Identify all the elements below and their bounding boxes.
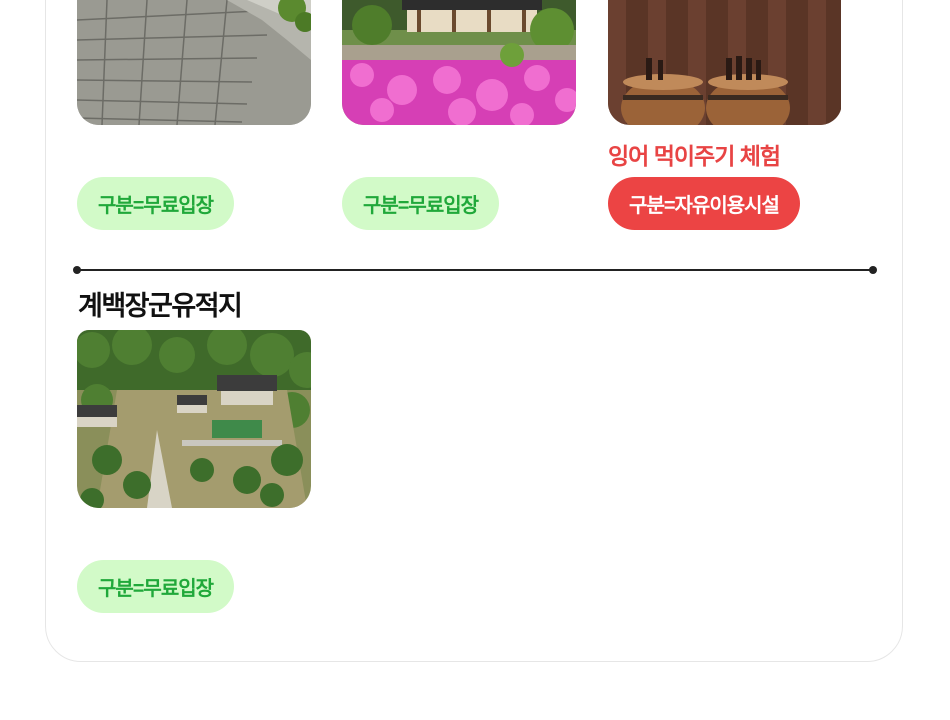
section-divider bbox=[73, 266, 877, 274]
stone-wall-photo[interactable] bbox=[77, 0, 311, 125]
wine-barrels-photo[interactable] bbox=[608, 0, 842, 125]
category-badge-free-entry[interactable]: 구분=무료입장 bbox=[77, 177, 234, 230]
gyebaek-memorial-aerial-photo[interactable] bbox=[77, 330, 311, 508]
category-badge-free-entry[interactable]: 구분=무료입장 bbox=[77, 560, 234, 613]
card-caption-carp-feeding: 잉어 먹이주기 체험 bbox=[608, 143, 781, 169]
hanok-azalea-garden-photo[interactable] bbox=[342, 0, 576, 125]
category-badge-free-entry[interactable]: 구분=무료입장 bbox=[342, 177, 499, 230]
category-badge-free-facility[interactable]: 구분=자유이용시설 bbox=[608, 177, 800, 230]
section-title: 계백장군유적지 bbox=[78, 291, 243, 321]
